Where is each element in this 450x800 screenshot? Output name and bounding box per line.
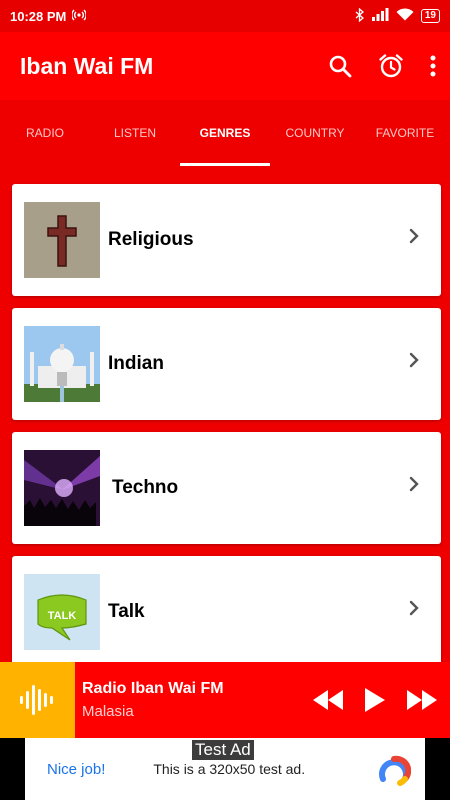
ad-headline: Nice job!	[47, 760, 106, 778]
wifi-icon	[396, 8, 414, 24]
mini-player[interactable]: Radio Iban Wai FM Malasia	[0, 662, 450, 738]
tab-listen[interactable]: LISTEN	[90, 100, 180, 166]
genre-item-indian[interactable]: Indian	[12, 308, 441, 420]
genre-item-talk[interactable]: TALK Talk	[12, 556, 441, 662]
chevron-right-icon	[409, 600, 419, 621]
cross-image	[24, 202, 100, 278]
tab-genres[interactable]: GENRES	[180, 100, 270, 166]
genre-label: Religious	[108, 229, 194, 250]
tab-radio[interactable]: RADIO	[0, 100, 90, 166]
fast-forward-icon[interactable]	[406, 689, 438, 711]
tab-bar: RADIO LISTEN GENRES COUNTRY FAVORITE	[0, 100, 450, 166]
signal-icon	[371, 8, 389, 24]
genre-list: Religious Indian Techno TALK Talk	[0, 166, 450, 662]
chevron-right-icon	[409, 228, 419, 249]
broadcast-icon	[71, 9, 88, 24]
app-bar: Iban Wai FM	[0, 32, 450, 100]
play-icon[interactable]	[364, 687, 386, 713]
genre-item-techno[interactable]: Techno	[12, 432, 441, 544]
status-bar: 10:28 PM 19	[0, 0, 450, 32]
alarm-clock-icon[interactable]	[378, 53, 404, 79]
genre-label: Techno	[112, 477, 179, 498]
svg-text:TALK: TALK	[48, 610, 77, 622]
chevron-right-icon	[409, 352, 419, 373]
status-time: 10:28 PM	[10, 8, 67, 24]
battery-indicator: 19	[420, 9, 440, 23]
genre-label: Indian	[108, 353, 164, 374]
admob-logo-icon	[377, 753, 412, 792]
bluetooth-icon	[355, 7, 364, 25]
player-station-country: Malasia	[82, 703, 134, 720]
ad-banner[interactable]: Nice job! This is a 320x50 test ad. Test…	[0, 738, 450, 800]
player-station-name: Radio Iban Wai FM	[82, 680, 224, 697]
talk-bubble-image: TALK	[24, 574, 100, 650]
genre-label: Talk	[108, 601, 145, 622]
genre-item-religious[interactable]: Religious	[12, 184, 441, 296]
sound-wave-icon	[0, 662, 75, 738]
tab-country[interactable]: COUNTRY	[270, 100, 360, 166]
chevron-right-icon	[409, 476, 419, 497]
more-options-icon[interactable]	[430, 55, 436, 77]
taj-mahal-image	[24, 326, 100, 402]
tab-favorite[interactable]: FAVORITE	[360, 100, 450, 166]
test-ad-badge: Test Ad	[192, 740, 254, 760]
rewind-icon[interactable]	[312, 689, 344, 711]
search-icon[interactable]	[328, 54, 352, 78]
app-title: Iban Wai FM	[20, 52, 154, 79]
concert-image	[24, 450, 100, 526]
ad-message: This is a 320x50 test ad.	[153, 761, 306, 777]
